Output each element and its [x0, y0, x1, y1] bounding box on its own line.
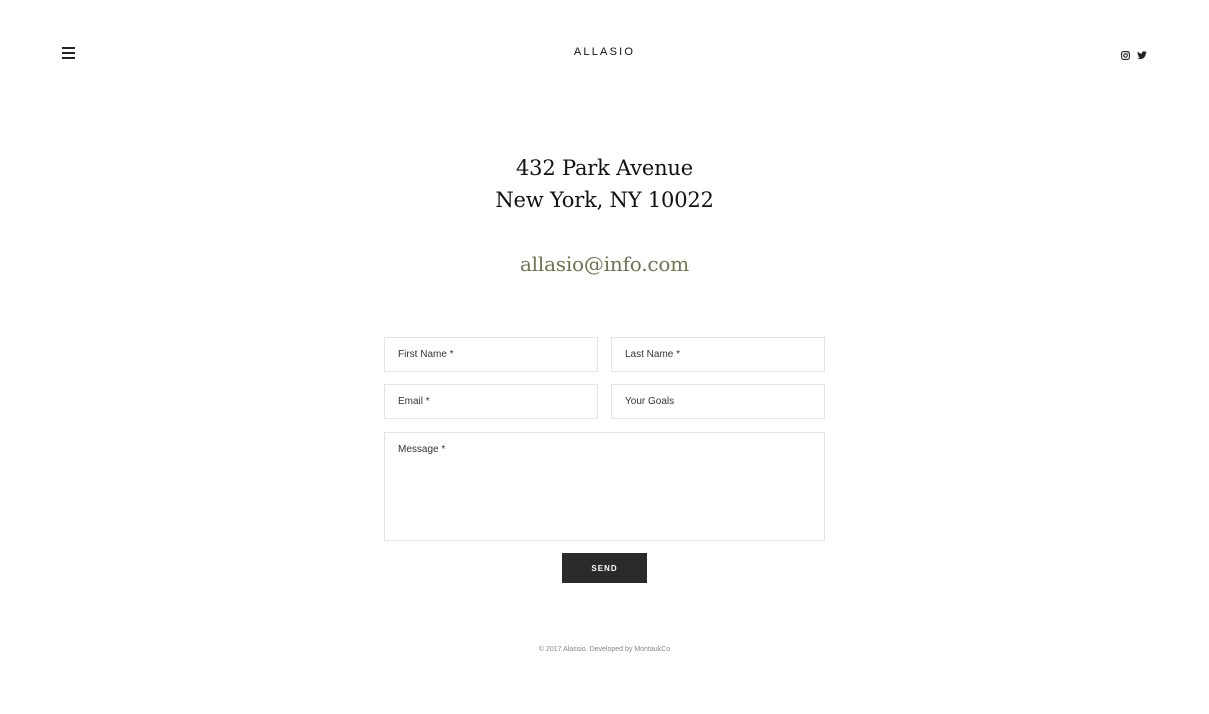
- social-links: [1121, 47, 1147, 60]
- site-header: ALLASIO: [0, 0, 1209, 105]
- last-name-input[interactable]: [611, 337, 825, 372]
- first-name-input[interactable]: [384, 337, 598, 372]
- contact-email-link[interactable]: allasio@info.com: [0, 252, 1209, 276]
- address-block: 432 Park Avenue New York, NY 10022: [0, 152, 1209, 216]
- footer-copyright: © 2017 Alassio. Developed by MontaukCo: [538, 646, 671, 653]
- address-line-1: 432 Park Avenue: [516, 156, 693, 180]
- message-textarea[interactable]: [384, 432, 825, 541]
- twitter-icon[interactable]: [1137, 47, 1147, 60]
- address-line-2: New York, NY 10022: [495, 188, 714, 212]
- send-button[interactable]: SEND: [562, 553, 647, 583]
- email-input[interactable]: [384, 384, 598, 419]
- site-logo[interactable]: ALLASIO: [0, 46, 1209, 58]
- instagram-icon[interactable]: [1121, 47, 1130, 60]
- goals-input[interactable]: [611, 384, 825, 419]
